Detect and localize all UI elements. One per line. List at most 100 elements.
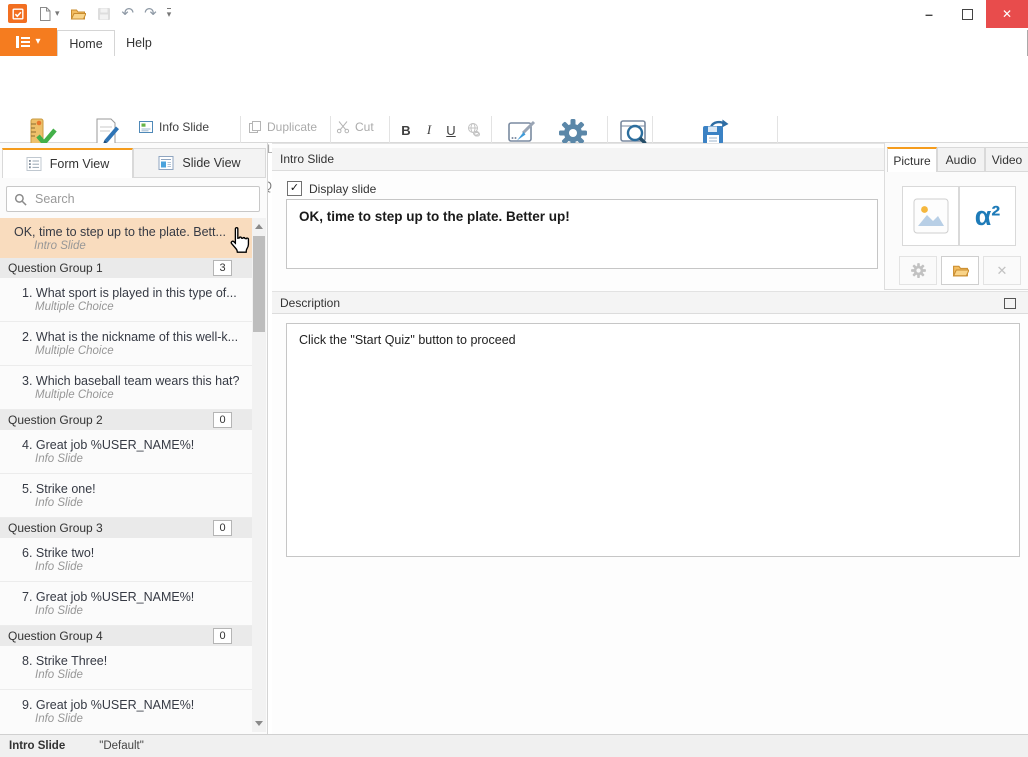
list-item[interactable]: Question Group 3 0 [0, 518, 252, 538]
new-document-button[interactable]: ▾ [37, 6, 60, 22]
picture-placeholder-icon [913, 198, 949, 234]
title-bar: ▾ ↶ ↷ ▾ – ✕ [0, 0, 1028, 30]
item-subtitle: Multiple Choice [35, 345, 252, 357]
picture-settings-button[interactable] [899, 256, 937, 285]
minimize-button[interactable]: – [910, 0, 948, 28]
browse-picture-button[interactable] [941, 256, 979, 285]
item-title: 1. What sport is played in this type of.… [22, 286, 252, 300]
scroll-up-icon[interactable] [255, 224, 263, 229]
new-document-caret-icon[interactable]: ▾ [55, 9, 60, 18]
browse-folder-icon [952, 262, 969, 279]
ribbon: Graded Question ▾ Survey Question ▾ Info… [0, 56, 1028, 143]
app-menu-icon [16, 36, 30, 48]
form-view-icon [26, 156, 42, 172]
close-icon: ✕ [1002, 7, 1012, 21]
search-icon [14, 193, 27, 206]
list-item[interactable]: Question Group 4 0 [0, 626, 252, 646]
status-slide-name: Intro Slide [9, 740, 65, 752]
tab-help[interactable]: Help [115, 30, 163, 56]
list-item[interactable]: 2. What is the nickname of this well-k..… [0, 322, 252, 366]
bold-button[interactable]: B [396, 120, 416, 140]
group-count-badge: 0 [213, 628, 232, 644]
media-panel: Picture Audio Video α² ✕ [884, 143, 1028, 290]
list-item[interactable]: 4. Great job %USER_NAME%! Info Slide [0, 430, 252, 474]
description-header: Description [272, 291, 1028, 314]
duplicate-button[interactable]: Duplicate [248, 117, 317, 137]
list-item[interactable]: 5. Strike one! Info Slide [0, 474, 252, 518]
search-input[interactable] [33, 191, 252, 207]
list-item[interactable]: Question Group 1 3 [0, 258, 252, 278]
tab-home[interactable]: Home [57, 30, 115, 56]
item-title: 4. Great job %USER_NAME%! [22, 438, 252, 452]
save-button[interactable] [96, 6, 112, 22]
list-item[interactable]: 1. What sport is played in this type of.… [0, 278, 252, 322]
redo-button[interactable]: ↷ [144, 6, 157, 21]
group-count-badge: 0 [213, 412, 232, 428]
description-text-box[interactable]: Click the "Start Quiz" button to proceed [286, 323, 1020, 557]
list-item[interactable]: 7. Great job %USER_NAME%! Info Slide [0, 582, 252, 626]
info-slide-icon [138, 119, 154, 135]
item-title: 9. Great job %USER_NAME%! [22, 698, 252, 712]
tab-picture[interactable]: Picture [887, 147, 937, 172]
formula-alpha-icon: α² [975, 203, 1001, 230]
display-slide-row: ✓ Display slide [287, 181, 376, 196]
save-floppy-icon [96, 6, 112, 22]
tab-video[interactable]: Video [985, 147, 1028, 172]
item-title: Question Group 1 [8, 261, 103, 275]
status-bar: Intro Slide "Default" [0, 734, 1028, 757]
mouse-cursor-hand [225, 226, 252, 255]
list-item[interactable]: 8. Strike Three! Info Slide [0, 646, 252, 690]
item-title: 5. Strike one! [22, 482, 252, 496]
hyperlink-button[interactable] [464, 120, 484, 140]
item-subtitle: Info Slide [35, 713, 252, 725]
status-theme-name: "Default" [99, 740, 144, 752]
italic-button[interactable]: I [419, 120, 439, 140]
item-title: Question Group 4 [8, 629, 103, 643]
undo-button[interactable]: ↶ [122, 6, 135, 21]
open-button[interactable] [70, 6, 86, 22]
display-slide-label: Display slide [309, 182, 376, 196]
list-item[interactable]: 3. Which baseball team wears this hat? M… [0, 366, 252, 410]
scroll-thumb[interactable] [253, 236, 265, 332]
list-item[interactable]: 6. Strike two! Info Slide [0, 538, 252, 582]
customize-toolbar-icon[interactable]: ▾ [167, 8, 172, 19]
info-slide-button[interactable]: Info Slide [138, 117, 209, 137]
maximize-icon [962, 9, 973, 20]
app-logo-icon [8, 4, 27, 23]
duplicate-icon [248, 120, 262, 134]
item-title: OK, time to step up to the plate. Bett..… [14, 225, 252, 239]
list-item[interactable]: OK, time to step up to the plate. Bett..… [0, 218, 252, 258]
intro-slide-header: Intro Slide [272, 148, 884, 171]
group-count-badge: 0 [213, 520, 232, 536]
item-subtitle: Info Slide [35, 561, 252, 573]
list-item[interactable]: 9. Great job %USER_NAME%! Info Slide [0, 690, 252, 732]
search-box[interactable] [6, 186, 260, 212]
slide-list: OK, time to step up to the plate. Bett..… [0, 218, 252, 732]
underline-button[interactable]: U [441, 120, 461, 140]
tab-form-view[interactable]: Form View [2, 148, 133, 178]
item-subtitle: Intro Slide [34, 240, 252, 252]
tab-audio[interactable]: Audio [937, 147, 985, 172]
item-title: 2. What is the nickname of this well-k..… [22, 330, 252, 344]
scroll-down-icon[interactable] [255, 721, 263, 726]
item-title: Question Group 3 [8, 521, 103, 535]
remove-picture-button[interactable]: ✕ [983, 256, 1021, 285]
item-title: 7. Great job %USER_NAME%! [22, 590, 252, 604]
list-item[interactable]: Question Group 2 0 [0, 410, 252, 430]
display-slide-checkbox[interactable]: ✓ [287, 181, 302, 196]
tab-slide-view[interactable]: Slide View [133, 148, 266, 178]
sidebar-scrollbar[interactable] [252, 218, 266, 732]
hyperlink-globe-icon [466, 122, 482, 138]
close-button[interactable]: ✕ [986, 0, 1028, 28]
new-document-icon [37, 6, 53, 22]
quick-access-toolbar: ▾ ↶ ↷ ▾ [8, 4, 171, 23]
maximize-button[interactable] [948, 0, 986, 28]
group-count-badge: 3 [213, 260, 232, 276]
app-menu-button[interactable]: ▾ [0, 28, 57, 56]
intro-text-box[interactable]: OK, time to step up to the plate. Better… [286, 199, 878, 269]
add-formula-button[interactable]: α² [959, 186, 1016, 246]
add-picture-button[interactable] [902, 186, 959, 246]
open-folder-icon [70, 6, 86, 22]
expand-description-button[interactable] [1004, 298, 1016, 309]
cut-button[interactable]: Cut [336, 117, 374, 137]
